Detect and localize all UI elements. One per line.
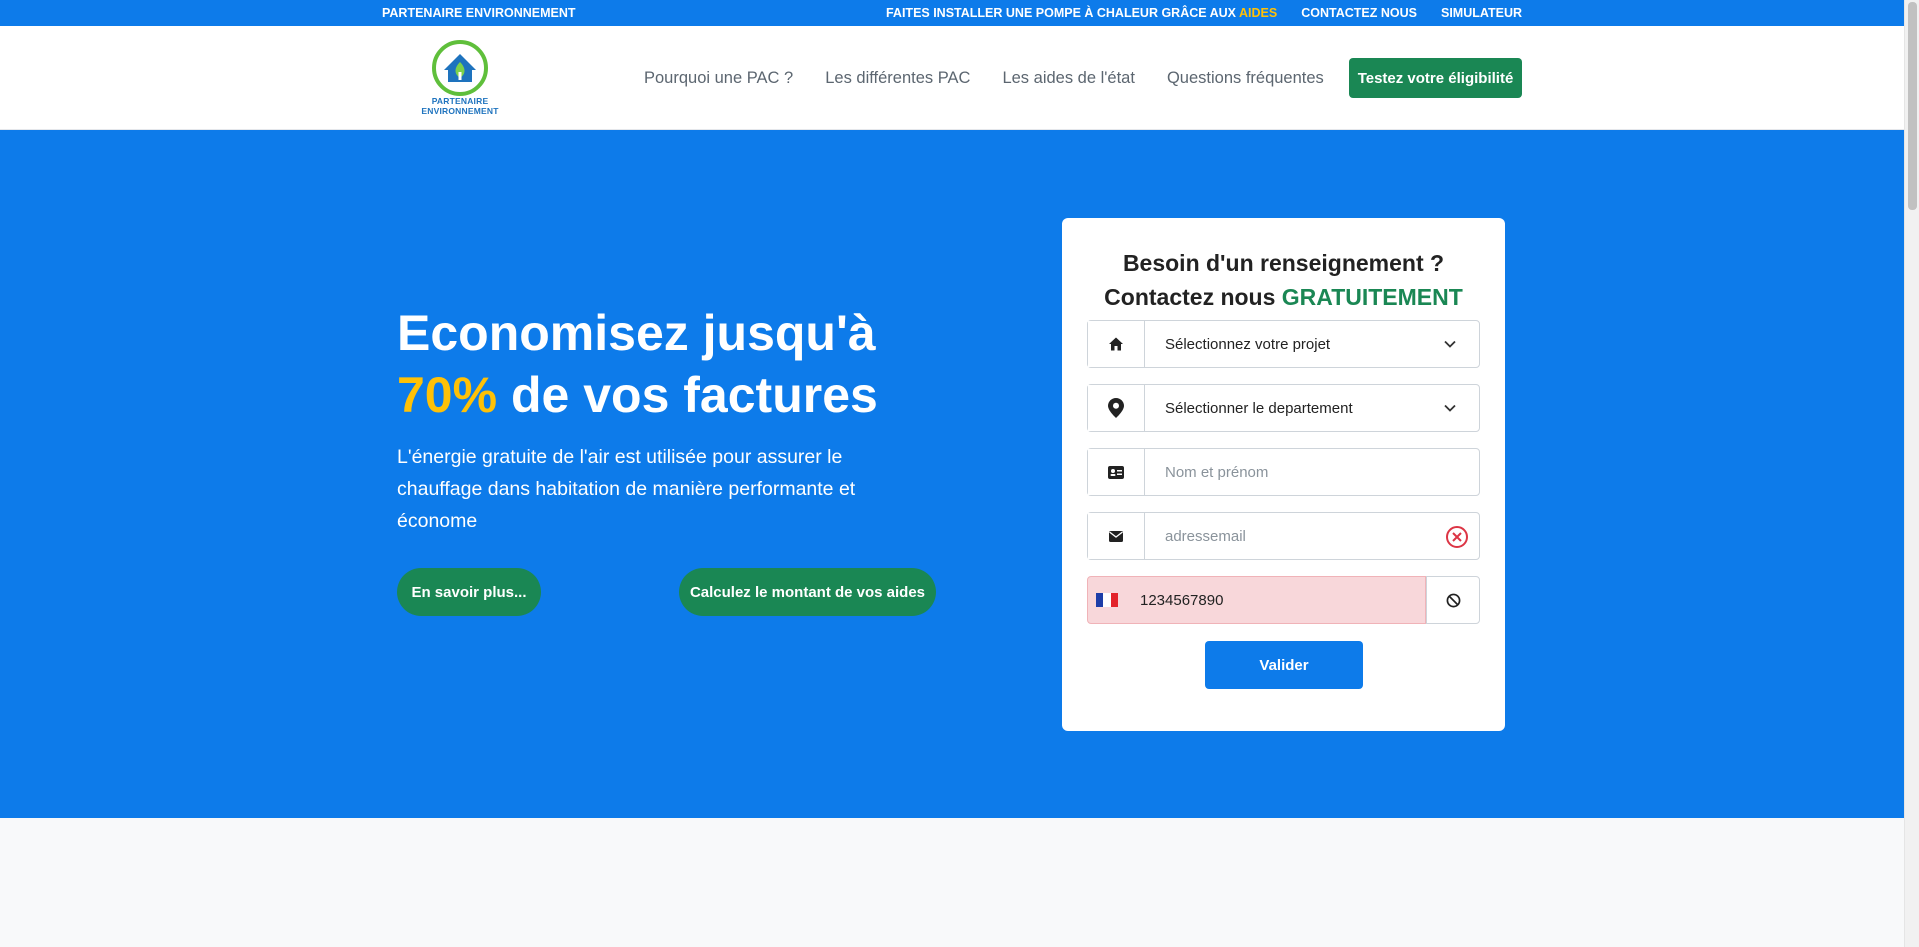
france-flag-icon <box>1096 593 1118 607</box>
id-card-icon <box>1088 449 1145 495</box>
form-title-line1: Besoin d'un renseignement ? <box>1122 250 1445 276</box>
department-select-value: Sélectionner le departement <box>1165 399 1353 417</box>
topbar-brand: PARTENAIRE ENVIRONNEMENT <box>382 6 576 20</box>
topbar-contact-link[interactable]: CONTACTEZ NOUS <box>1301 6 1417 20</box>
logo-text: PARTENAIRE ENVIRONNEMENT <box>421 96 499 116</box>
nav-item-pac-types[interactable]: Les différentes PAC <box>825 69 970 88</box>
chevron-down-icon <box>1444 340 1456 348</box>
promo-highlight: AIDES <box>1239 6 1278 20</box>
home-icon <box>1088 321 1145 367</box>
topbar-simulator-link[interactable]: SIMULATEUR <box>1441 6 1522 20</box>
hero-lead: L'énergie gratuite de l'air est utilisée… <box>397 446 856 532</box>
department-select[interactable]: Sélectionner le departement <box>1087 384 1480 432</box>
topbar-promo-link[interactable]: FAITES INSTALLER UNE POMPE À CHALEUR GRÂ… <box>886 6 1277 20</box>
eligibility-button[interactable]: Testez votre éligibilité <box>1349 58 1522 98</box>
nav-item-faq[interactable]: Questions fréquentes <box>1167 69 1324 88</box>
hero-title-rest: de vos factures <box>510 367 878 423</box>
envelope-icon <box>1088 513 1145 559</box>
hero-title: Economisez jusqu'à 70% de vos factures <box>397 302 878 426</box>
form-title-highlight: GRATUITEMENT <box>1281 284 1463 310</box>
error-x-icon <box>1446 526 1468 548</box>
chevron-down-icon <box>1444 404 1456 412</box>
nav-item-why-pac[interactable]: Pourquoi une PAC ? <box>644 69 793 88</box>
main-nav: Pourquoi une PAC ? Les différentes PAC L… <box>644 69 1324 88</box>
email-field[interactable]: adressemail <box>1087 512 1480 560</box>
lower-section <box>0 818 1904 947</box>
phone-value: 1234567890 <box>1140 591 1224 609</box>
page-scrollbar[interactable] <box>1904 0 1919 947</box>
learn-more-button[interactable]: En savoir plus... <box>397 568 541 616</box>
calculate-aid-button[interactable]: Calculez le montant de vos aides <box>679 568 936 616</box>
promo-text: FAITES INSTALLER UNE POMPE À CHALEUR GRÂ… <box>885 6 1237 20</box>
hero-section: Economisez jusqu'à 70% de vos factures L… <box>0 130 1904 818</box>
name-placeholder: Nom et prénom <box>1165 463 1269 481</box>
logo-house-icon <box>432 40 488 96</box>
phone-verify-button[interactable] <box>1426 576 1480 624</box>
hero-title-line1: Economisez jusqu'à <box>397 305 876 361</box>
name-field[interactable]: Nom et prénom <box>1087 448 1480 496</box>
top-bar: PARTENAIRE ENVIRONNEMENT FAITES INSTALLE… <box>0 0 1904 26</box>
topbar-links: FAITES INSTALLER UNE POMPE À CHALEUR GRÂ… <box>886 6 1522 20</box>
phone-field[interactable]: 1234567890 <box>1087 576 1426 624</box>
main-navbar: PARTENAIRE ENVIRONNEMENT Pourquoi une PA… <box>0 26 1904 130</box>
ban-icon <box>1446 593 1460 607</box>
email-placeholder: adressemail <box>1165 527 1246 545</box>
section-heading-peek <box>770 938 1150 947</box>
project-select[interactable]: Sélectionnez votre projet <box>1087 320 1480 368</box>
submit-button[interactable]: Valider <box>1205 641 1363 689</box>
scrollbar-thumb[interactable] <box>1908 2 1917 210</box>
form-title-prefix: Contactez nous <box>1104 284 1276 310</box>
hero-title-percent: 70% <box>397 367 498 423</box>
site-logo[interactable]: PARTENAIRE ENVIRONNEMENT <box>394 40 526 116</box>
contact-form-card: Besoin d'un renseignement ? Contactez no… <box>1062 218 1505 731</box>
project-select-value: Sélectionnez votre projet <box>1165 335 1331 353</box>
nav-item-state-aid[interactable]: Les aides de l'état <box>1002 69 1135 88</box>
form-title: Besoin d'un renseignement ? Contactez no… <box>1062 246 1505 314</box>
map-pin-icon <box>1088 385 1145 431</box>
